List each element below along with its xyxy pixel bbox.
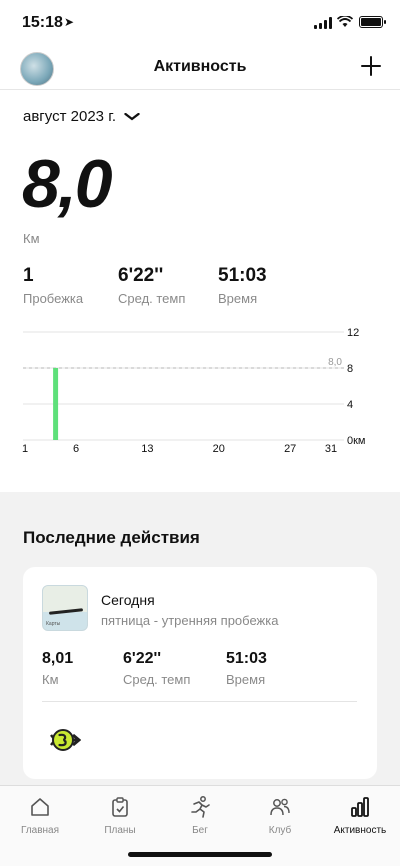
activity-description: пятница - утренняя пробежка (101, 613, 279, 628)
chart-x-tick-label: 1 (22, 443, 28, 455)
tab-plans[interactable]: Планы (80, 794, 160, 836)
map-label: Карты (46, 621, 61, 627)
chart-y-tick-label: 8 (347, 363, 353, 375)
divider (42, 701, 357, 702)
stat-runs: 1 Пробежка (23, 265, 83, 306)
activity-pace-value: 6'22'' (123, 650, 162, 667)
monthly-distance-chart: 12 8 4 0км 8,0 1 6 13 20 27 31 (22, 327, 366, 455)
chart-x-tick-label: 20 (213, 443, 225, 455)
total-distance: 8,0 (22, 146, 113, 222)
month-label: август 2023 г. (23, 108, 116, 125)
chart-y-tick-label: 0км (347, 435, 366, 447)
chart-reference-label: 8,0 (328, 357, 342, 368)
stat-time: 51:03 Время (218, 265, 267, 306)
chart-x-tick-label: 13 (141, 443, 153, 455)
tab-activity[interactable]: Активность (320, 794, 400, 836)
stat-time-value: 51:03 (218, 265, 267, 286)
stat-time-label: Время (218, 291, 258, 306)
plus-icon (361, 56, 381, 76)
activity-time-value: 51:03 (226, 650, 267, 667)
recent-activities-heading: Последние действия (23, 528, 200, 547)
chart-x-tick-label: 27 (284, 443, 296, 455)
month-selector[interactable]: август 2023 г. (23, 108, 140, 125)
distance-unit: Км (23, 231, 40, 246)
bar-chart-icon (320, 794, 400, 820)
tab-home[interactable]: Главная (0, 794, 80, 836)
chart-y-tick-label: 4 (347, 399, 353, 411)
activity-distance: 8,01 Км (42, 650, 73, 687)
battery-icon (359, 16, 386, 28)
stat-pace-value: 6'22'' (118, 265, 164, 286)
achievement-badge-icon[interactable] (47, 725, 81, 755)
home-icon (0, 794, 80, 820)
stat-runs-value: 1 (23, 265, 34, 286)
route-map-thumbnail: Карты (42, 585, 88, 631)
activity-distance-value: 8,01 (42, 650, 74, 667)
activity-pace: 6'22'' Сред. темп (123, 650, 190, 687)
chart-bar (53, 368, 59, 440)
activity-time-label: Время (226, 672, 266, 687)
chevron-down-icon (124, 109, 140, 124)
stat-runs-label: Пробежка (23, 291, 84, 306)
clipboard-icon (80, 794, 160, 820)
tab-club-label: Клуб (268, 825, 292, 836)
top-bar: Активность (0, 46, 400, 90)
people-icon (240, 794, 320, 820)
wifi-icon (336, 14, 354, 31)
status-time: 15:18 (22, 14, 63, 31)
location-arrow-icon: ➤ (64, 15, 75, 29)
add-button[interactable] (356, 48, 386, 86)
activity-summary-panel: 15:18 ➤ Активность август 2023 г. 8,0 Км… (0, 0, 400, 492)
activity-card[interactable]: Карты Сегодня пятница - утренняя пробежк… (23, 567, 377, 779)
tab-run[interactable]: Бег (160, 794, 240, 836)
status-bar: 15:18 ➤ (0, 0, 400, 46)
activity-pace-label: Сред. темп (123, 672, 191, 687)
cellular-signal-icon (314, 17, 332, 29)
stat-pace-label: Сред. темп (118, 291, 186, 306)
tab-run-label: Бег (192, 825, 208, 836)
activity-distance-label: Км (42, 672, 59, 687)
stat-pace: 6'22'' Сред. темп (118, 265, 185, 306)
runner-icon (160, 794, 240, 820)
chart-x-tick-label: 6 (73, 443, 79, 455)
activity-time: 51:03 Время (226, 650, 267, 687)
home-indicator (128, 852, 272, 857)
page-title: Активность (153, 58, 247, 75)
tab-home-label: Главная (20, 825, 60, 836)
activity-date: Сегодня (101, 592, 155, 608)
chart-y-tick-label: 12 (347, 327, 359, 339)
tab-club[interactable]: Клуб (240, 794, 320, 836)
tab-activity-label: Активность (333, 825, 387, 836)
tab-plans-label: Планы (104, 825, 136, 836)
chart-x-tick-label: 31 (325, 443, 337, 455)
